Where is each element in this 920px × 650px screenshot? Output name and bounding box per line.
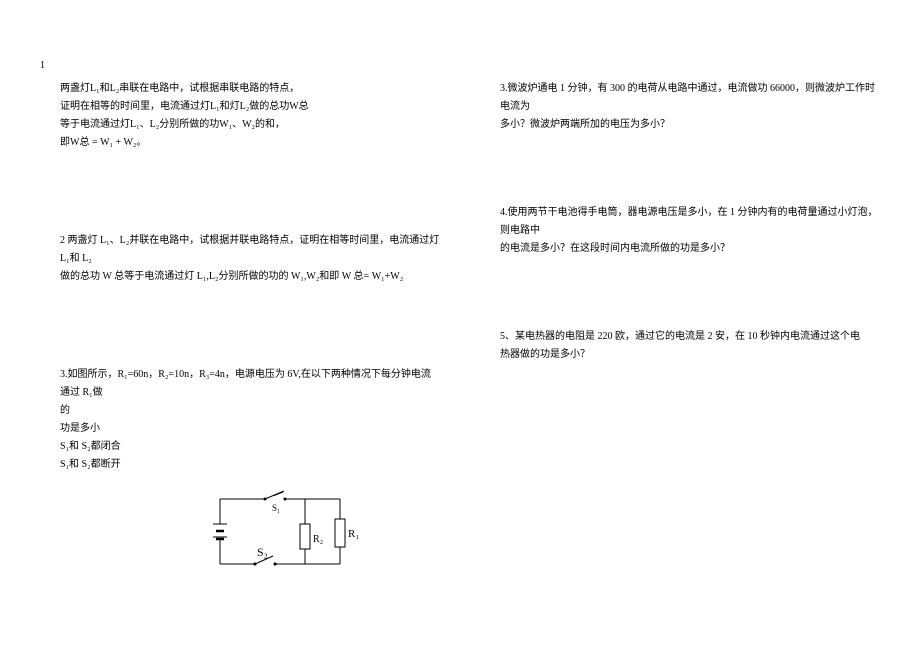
text-line: S₁和 S₂都闭合 xyxy=(60,438,440,456)
text-line: 5、某电热器的电阻是 220 欧，通过它的电流是 2 安，在 10 秒钟内电流通… xyxy=(500,328,880,346)
text-line: 两盏灯L₁和L₂串联在电路中，试根据串联电路的特点， xyxy=(60,80,440,98)
page-number: 1 xyxy=(40,60,45,71)
text-line: 4.使用两节干电池得手电筒，器电源电压是多小，在 1 分钟内有的电荷量通过小灯泡… xyxy=(500,204,880,240)
label-s1: S₁ xyxy=(272,503,280,513)
label-r1: R₁ xyxy=(348,528,359,540)
label-r2: R₂ xyxy=(313,534,323,545)
text-line: 等于电流通过灯L₁、L₂分别所做的功W₁、W₂的和， xyxy=(60,116,440,134)
text-line: 3.如图所示，R₁=60n，R₂=10n，R₃=4n，电源电压为 6V,在以下两… xyxy=(60,366,440,402)
text-line: 3.微波炉通电 1 分钟，有 300 的电荷从电路中通过，电流做功 66000，… xyxy=(500,80,880,116)
text-line: 证明在相等的时间里，电流通过灯L₁和灯L₂做的总功W总 xyxy=(60,98,440,116)
text-line: 功是多小 xyxy=(60,420,440,438)
text-line: 多小？微波炉两端所加的电压为多小？ xyxy=(500,116,880,134)
problem-3-left: 3.如图所示，R₁=60n，R₂=10n，R₃=4n，电源电压为 6V,在以下两… xyxy=(60,366,440,586)
problem-5: 5、某电热器的电阻是 220 欧，通过它的电流是 2 安，在 10 秒钟内电流通… xyxy=(500,328,880,364)
right-column: 3.微波炉通电 1 分钟，有 300 的电荷从电路中通过，电流做功 66000，… xyxy=(500,60,880,626)
problem-1: 两盏灯L₁和L₂串联在电路中，试根据串联电路的特点， 证明在相等的时间里，电流通… xyxy=(60,80,440,152)
left-column: 两盏灯L₁和L₂串联在电路中，试根据串联电路的特点， 证明在相等的时间里，电流通… xyxy=(60,60,440,626)
label-s2: S₂ xyxy=(257,545,268,559)
text-line: 即W总 = W₁ + W₂。 xyxy=(60,134,440,152)
problem-2: 2 两盏灯 L₁、L₂并联在电路中，试根据并联电路特点，证明在相等时间里，电流通… xyxy=(60,232,440,286)
page-body: 两盏灯L₁和L₂串联在电路中，试根据串联电路的特点， 证明在相等的时间里，电流通… xyxy=(0,0,920,646)
text-line: S₁和 S₂都断开 xyxy=(60,456,440,474)
problem-4: 4.使用两节干电池得手电筒，器电源电压是多小，在 1 分钟内有的电荷量通过小灯泡… xyxy=(500,204,880,258)
text-line: 的 xyxy=(60,402,440,420)
text-line: 的电流是多小？在这段时间内电流所做的功是多小？ xyxy=(500,240,880,258)
text-line: 2 两盏灯 L₁、L₂并联在电路中，试根据并联电路特点，证明在相等时间里，电流通… xyxy=(60,232,440,268)
circuit-diagram: S₁ S₂ R₂ R₁ xyxy=(210,489,440,586)
problem-3-right: 3.微波炉通电 1 分钟，有 300 的电荷从电路中通过，电流做功 66000，… xyxy=(500,80,880,134)
text-line: 热器做的功是多小？ xyxy=(500,346,880,364)
text-line: 做的总功 W 总等于电流通过灯 L₁,L₂分别所做的功的 W₁,W₂和即 W 总… xyxy=(60,268,440,286)
